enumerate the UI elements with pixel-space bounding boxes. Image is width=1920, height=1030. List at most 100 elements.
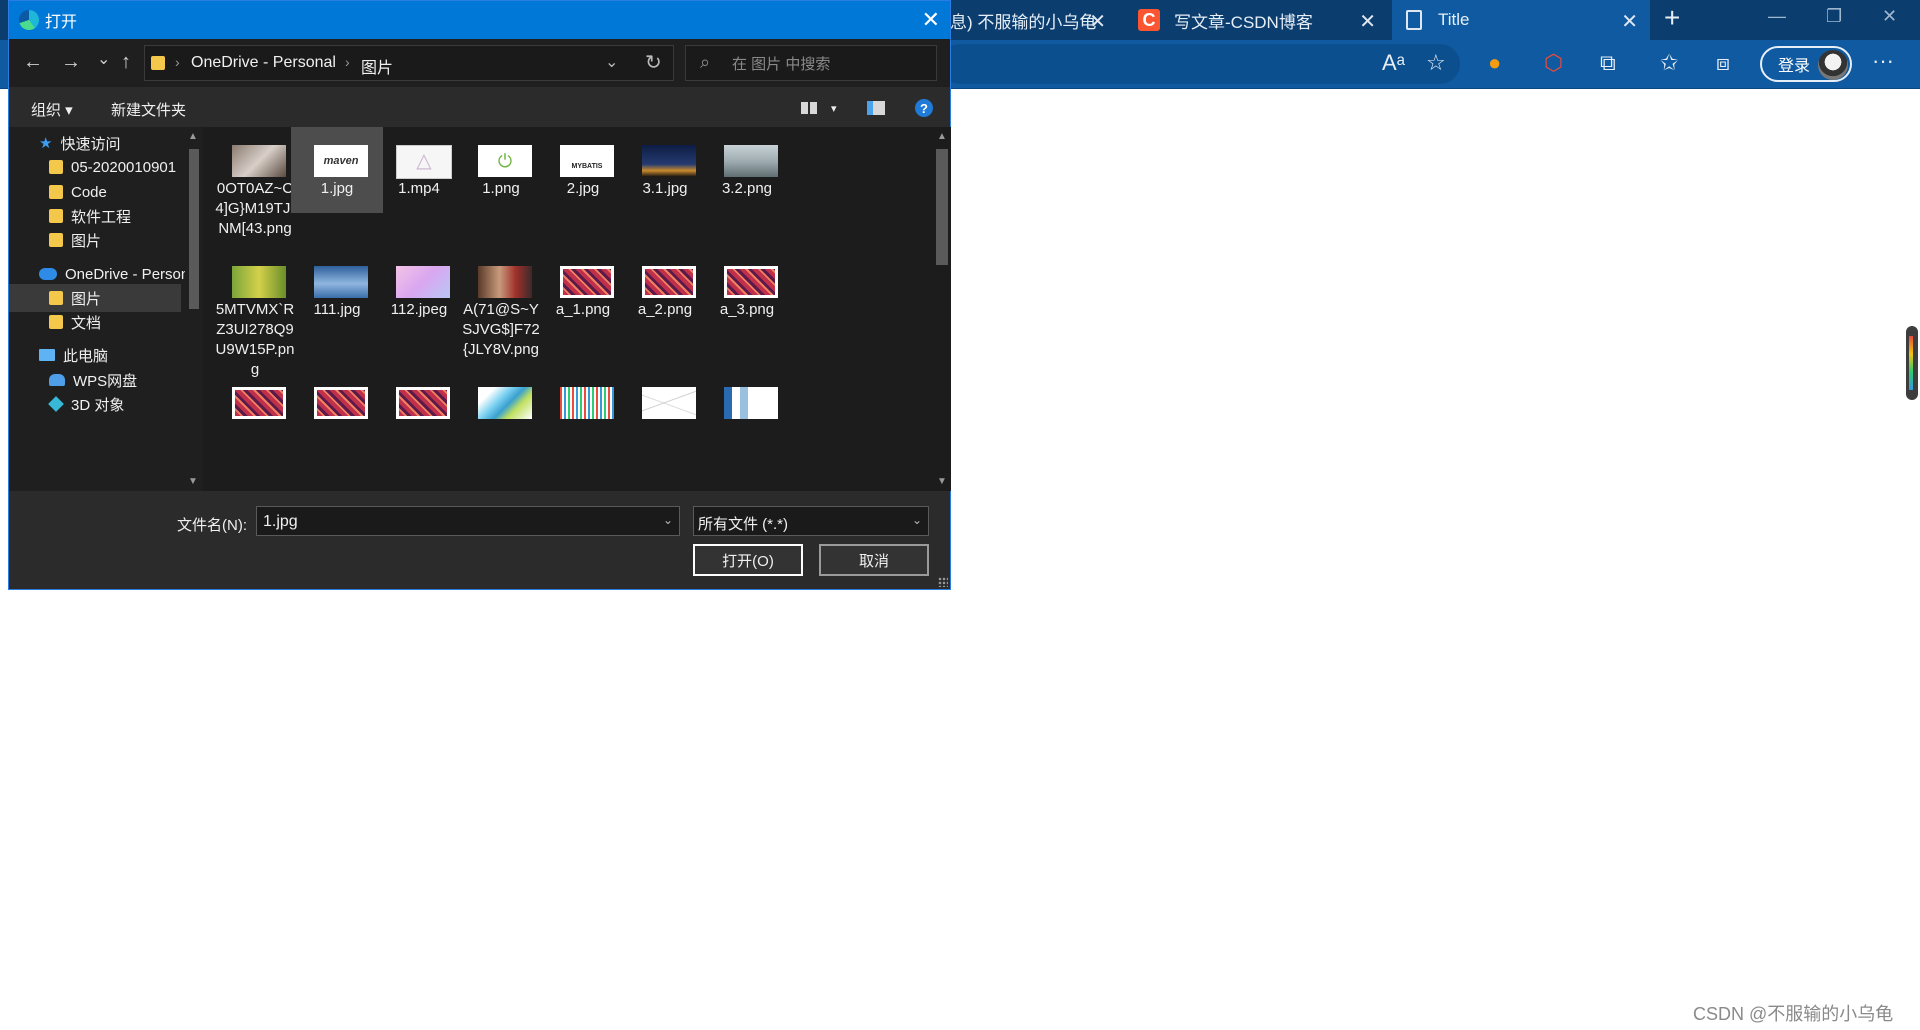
file-item[interactable]: a_3.png xyxy=(701,238,793,378)
scroll-down-icon[interactable]: ▼ xyxy=(188,476,198,487)
search-input[interactable] xyxy=(730,50,930,78)
folder-icon xyxy=(49,185,63,199)
resize-grip-icon[interactable] xyxy=(938,577,948,587)
back-button[interactable]: ← xyxy=(23,51,43,74)
open-button[interactable]: 打开(O) xyxy=(693,544,803,576)
file-item[interactable] xyxy=(619,359,711,491)
favorites-icon[interactable]: ✩ xyxy=(1660,50,1678,76)
filename-input[interactable] xyxy=(261,510,645,534)
new-tab-button[interactable]: + xyxy=(1664,2,1680,34)
view-icon[interactable] xyxy=(801,102,817,114)
breadcrumb-onedrive[interactable]: OneDrive - Personal xyxy=(191,54,336,72)
sidebar-item-label: 软件工程 xyxy=(71,208,132,226)
copilot-icon[interactable]: ● xyxy=(1488,50,1501,76)
scroll-up-icon[interactable]: ▲ xyxy=(188,131,198,142)
restore-button[interactable]: ❐ xyxy=(1826,6,1842,27)
extensions-icon[interactable]: ⧉ xyxy=(1600,50,1616,76)
dialog-close-button[interactable]: ✕ xyxy=(922,7,940,33)
path-bar[interactable]: › OneDrive - Personal › 图片 ⌄ ↻ xyxy=(144,45,674,81)
extension-red-icon[interactable]: ⬡ xyxy=(1544,50,1563,76)
more-menu-button[interactable]: ··· xyxy=(1872,48,1894,74)
file-item[interactable]: a_1.png xyxy=(537,238,629,378)
file-item[interactable] xyxy=(291,359,383,491)
tab-title: 息) 不服输的小乌龟 xyxy=(950,12,1097,32)
file-type-value: 所有文件 (*.*) xyxy=(698,516,789,533)
read-aloud-icon[interactable]: A͏ᵃ xyxy=(1382,50,1405,76)
scroll-down-icon[interactable]: ▼ xyxy=(937,476,947,487)
scrollbar-thumb[interactable] xyxy=(189,149,199,309)
chevron-right-icon: › xyxy=(345,54,350,70)
close-icon[interactable]: ✕ xyxy=(1089,9,1106,34)
file-item[interactable] xyxy=(373,359,465,491)
file-list-scrollbar[interactable]: ▲ ▼ xyxy=(933,127,951,491)
minimize-button[interactable]: — xyxy=(1768,6,1786,27)
preview-pane-icon[interactable] xyxy=(867,101,885,115)
up-button[interactable]: ↑ xyxy=(121,51,131,74)
forward-button[interactable]: → xyxy=(61,51,81,74)
filename-combobox[interactable]: ⌄ xyxy=(256,506,680,536)
file-thumbnail xyxy=(724,266,778,298)
dialog-titlebar: 打开 ✕ xyxy=(9,1,950,39)
recent-locations-button[interactable]: ⌄ xyxy=(97,49,110,69)
file-name: a_2.png xyxy=(637,301,693,318)
file-item[interactable] xyxy=(209,359,301,491)
refresh-icon[interactable]: ↻ xyxy=(645,50,662,75)
file-thumbnail xyxy=(232,387,286,419)
browser-tab-csdn[interactable]: C 写文章-CSDN博客 ✕ xyxy=(1124,0,1388,40)
chevron-down-icon[interactable]: ⌄ xyxy=(912,513,922,527)
login-button[interactable]: 登录 xyxy=(1760,46,1852,82)
browser-tab-title[interactable]: Title ✕ xyxy=(1392,0,1650,40)
search-box[interactable]: ⌕ xyxy=(685,45,937,81)
sidebar-item[interactable]: 图片 xyxy=(9,226,181,254)
chevron-down-icon[interactable]: ⌄ xyxy=(663,513,673,527)
sidebar-item[interactable]: 05-2020010901 xyxy=(9,153,181,181)
pc-icon xyxy=(39,349,55,361)
navigation-scrollbar[interactable]: ▲ ▼ xyxy=(185,127,203,491)
breadcrumb-pictures[interactable]: 图片 xyxy=(361,54,393,78)
star-icon: ★ xyxy=(39,135,53,152)
file-item[interactable] xyxy=(537,359,629,491)
file-thumbnail xyxy=(560,266,614,298)
sidebar-item-label: 此电脑 xyxy=(63,347,109,365)
file-thumbnail xyxy=(314,266,368,298)
edge-logo-icon xyxy=(19,10,39,30)
organize-menu[interactable]: 组织 ▾ xyxy=(31,99,73,120)
folder-icon xyxy=(49,315,63,329)
close-icon[interactable]: ✕ xyxy=(1359,9,1376,34)
file-thumbnail: ⏻ xyxy=(478,145,532,177)
chevron-right-icon: › xyxy=(175,54,180,70)
dialog-nav-bar: ← → ⌄ ↑ › OneDrive - Personal › 图片 ⌄ ↻ ⌕ xyxy=(9,39,950,87)
file-item[interactable]: A(71@S~YSJVG$]F72{JLY8V.png xyxy=(455,238,547,378)
folder-icon xyxy=(49,291,63,305)
file-item[interactable] xyxy=(455,359,547,491)
sidebar-item-label: OneDrive - Personal xyxy=(65,265,185,283)
sidebar-handle[interactable] xyxy=(1906,326,1918,400)
folder-icon xyxy=(49,160,63,174)
collections-icon[interactable]: ⧈ xyxy=(1716,50,1730,76)
file-thumbnail xyxy=(642,145,696,177)
navigation-pane: ★ 快速访问 05-2020010901 Code 软件工程 图片 OneDrive - P… xyxy=(9,127,185,491)
scroll-up-icon[interactable]: ▲ xyxy=(937,131,947,142)
sidebar-item-label: Code xyxy=(71,183,107,201)
file-type-select[interactable]: 所有文件 (*.*) ⌄ xyxy=(693,506,929,536)
sidebar-item[interactable]: 此电脑 xyxy=(9,341,181,369)
file-item[interactable]: 111.jpg xyxy=(291,238,383,378)
sidebar-item[interactable]: 文档 xyxy=(9,308,181,336)
view-dropdown[interactable]: ▾ xyxy=(831,102,837,115)
file-item[interactable]: a_2.png xyxy=(619,238,711,378)
sidebar-item-label: 05-2020010901 xyxy=(71,158,177,176)
window-close-button[interactable]: ✕ xyxy=(1882,6,1897,27)
sidebar-item-label: 图片 xyxy=(71,290,102,308)
file-item[interactable]: 112.jpeg xyxy=(373,238,465,378)
browser-tab-profile[interactable]: 息) 不服输的小乌龟 ✕ xyxy=(950,0,1118,40)
cancel-button[interactable]: 取消 xyxy=(819,544,929,576)
file-item[interactable]: 5MTVMX`RZ3UI278Q9U9W15P.png xyxy=(209,238,301,378)
scrollbar-thumb[interactable] xyxy=(936,149,948,265)
close-icon[interactable]: ✕ xyxy=(1621,9,1638,34)
file-item[interactable] xyxy=(701,359,793,491)
sidebar-item[interactable]: 3D 对象 xyxy=(9,390,181,418)
help-icon[interactable]: ? xyxy=(915,99,933,117)
new-folder-button[interactable]: 新建文件夹 xyxy=(111,99,186,120)
add-favorite-icon[interactable]: ☆ xyxy=(1426,50,1446,76)
chevron-down-icon[interactable]: ⌄ xyxy=(605,52,618,72)
